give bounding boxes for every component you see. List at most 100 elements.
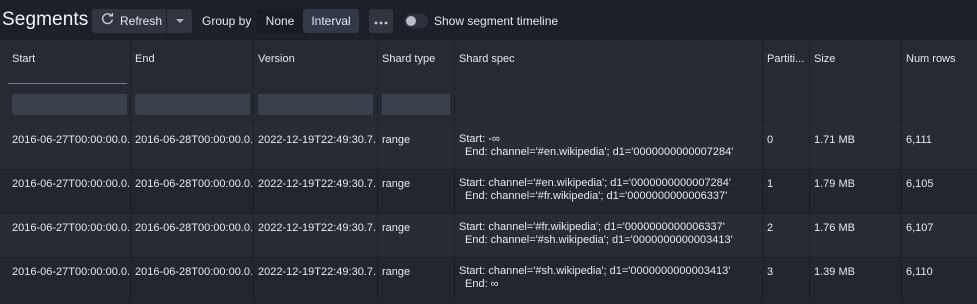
cell-end: 2016-06-28T00:00:00.0... xyxy=(131,126,254,169)
cell-shard-type: range xyxy=(378,170,455,213)
size-value: 1.79 MB xyxy=(814,178,855,190)
cell-shard-type: range xyxy=(378,258,455,301)
cell-version: 2022-12-19T22:49:30.7... xyxy=(254,170,378,213)
column-header-version[interactable]: Version xyxy=(254,40,378,84)
cell-size: 1.79 MB xyxy=(810,170,902,213)
shard-spec-end: End: channel='#sh.wikipedia'; d1='000000… xyxy=(465,234,733,246)
cell-size: 1.71 MB xyxy=(810,126,902,169)
end-value: 2016-06-28T00:00:00.0... xyxy=(135,266,254,278)
version-value: 2022-12-19T22:49:30.7... xyxy=(258,266,378,278)
page-title: Segments xyxy=(2,9,89,30)
group-by-selector: None Interval xyxy=(257,9,359,33)
cell-size: 1.39 MB xyxy=(810,258,902,301)
shard-spec-start: Start: -∞ xyxy=(459,133,500,145)
cell-shard-spec: Start: channel='#en.wikipedia'; d1='0000… xyxy=(455,170,763,213)
column-header-partition[interactable]: Partiti... xyxy=(763,40,810,84)
filter-row xyxy=(0,84,977,126)
end-value: 2016-06-28T00:00:00.0... xyxy=(135,134,254,146)
table-row[interactable]: 2016-06-27T00:00:00.0... 2016-06-28T00:0… xyxy=(0,126,977,169)
filter-input-version[interactable] xyxy=(258,94,373,115)
start-value: 2016-06-27T00:00:00.0... xyxy=(12,266,131,278)
shard-spec-start: Start: channel='#sh.wikipedia'; d1='0000… xyxy=(459,265,731,277)
table-row[interactable]: 2016-06-27T00:00:00.0... 2016-06-28T00:0… xyxy=(0,214,977,257)
cell-start: 2016-06-27T00:00:00.0... xyxy=(8,126,131,169)
cell-num-rows: 6,110 xyxy=(902,258,977,301)
cell-version: 2022-12-19T22:49:30.7... xyxy=(254,258,378,301)
refresh-button[interactable]: Refresh xyxy=(92,9,166,33)
shard-spec-start: Start: channel='#en.wikipedia'; d1='0000… xyxy=(459,177,732,189)
segment-timeline-label: Show segment timeline xyxy=(434,14,559,28)
table-header: Start End Version Shard type Shard spec … xyxy=(0,40,977,85)
table-row[interactable]: 2016-06-27T00:00:00.0... 2016-06-28T00:0… xyxy=(0,258,977,301)
shard-spec-end: End: channel='#fr.wikipedia'; d1='000000… xyxy=(465,190,728,202)
column-header-shard-spec[interactable]: Shard spec xyxy=(455,40,763,84)
start-value: 2016-06-27T00:00:00.0... xyxy=(12,222,131,234)
segment-timeline-toggle[interactable] xyxy=(404,14,428,28)
filter-cell-size xyxy=(810,84,902,126)
filter-cell-num-rows xyxy=(902,84,977,126)
refresh-label: Refresh xyxy=(120,14,163,28)
caret-down-icon xyxy=(175,14,185,28)
cell-start: 2016-06-27T00:00:00.0... xyxy=(8,214,131,257)
toggle-knob xyxy=(406,16,416,26)
cell-shard-spec: Start: -∞ End: channel='#en.wikipedia'; … xyxy=(455,126,763,169)
cell-partition: 0 xyxy=(763,126,810,169)
column-header-size[interactable]: Size xyxy=(810,40,902,84)
group-by-label: Group by xyxy=(202,14,252,28)
shard-type-value: range xyxy=(382,134,411,146)
start-value: 2016-06-27T00:00:00.0... xyxy=(12,134,131,146)
partition-value: 3 xyxy=(767,266,774,278)
end-value: 2016-06-28T00:00:00.0... xyxy=(135,222,254,234)
filter-cell-shard-type xyxy=(378,84,455,126)
filter-cell-start xyxy=(8,84,131,126)
filter-cell-end xyxy=(131,84,254,126)
version-value: 2022-12-19T22:49:30.7... xyxy=(258,222,378,234)
cell-num-rows: 6,111 xyxy=(902,126,977,169)
table-row[interactable]: 2016-06-27T00:00:00.0... 2016-06-28T00:0… xyxy=(0,170,977,213)
cell-num-rows: 6,105 xyxy=(902,170,977,213)
num-rows-value: 6,105 xyxy=(906,178,934,190)
end-value: 2016-06-28T00:00:00.0... xyxy=(135,178,254,190)
cell-shard-type: range xyxy=(378,126,455,169)
cell-version: 2022-12-19T22:49:30.7... xyxy=(254,214,378,257)
partition-value: 1 xyxy=(767,178,774,190)
num-rows-value: 6,111 xyxy=(906,134,932,146)
column-header-shard-type[interactable]: Shard type xyxy=(378,40,455,84)
start-value: 2016-06-27T00:00:00.0... xyxy=(12,178,131,190)
top-bar: Segments Refresh Group by None Interval xyxy=(0,0,977,40)
cell-start: 2016-06-27T00:00:00.0... xyxy=(8,170,131,213)
cell-end: 2016-06-28T00:00:00.0... xyxy=(131,170,254,213)
column-header-end[interactable]: End xyxy=(131,40,254,84)
more-options-button[interactable] xyxy=(369,9,393,33)
shard-spec-start: Start: channel='#fr.wikipedia'; d1='0000… xyxy=(459,221,725,233)
filter-input-shard-type[interactable] xyxy=(382,94,450,115)
shard-spec-end: End: channel='#en.wikipedia'; d1='000000… xyxy=(465,146,734,158)
group-by-interval-option[interactable]: Interval xyxy=(303,9,359,33)
filter-cell-shard-spec xyxy=(455,84,763,126)
group-by-none-option[interactable]: None xyxy=(257,9,303,33)
version-value: 2022-12-19T22:49:30.7... xyxy=(258,178,378,190)
num-rows-value: 6,110 xyxy=(906,266,933,278)
cell-partition: 2 xyxy=(763,214,810,257)
column-header-start[interactable]: Start xyxy=(8,40,131,84)
filter-cell-partition xyxy=(763,84,810,126)
more-icon xyxy=(374,14,388,28)
refresh-icon xyxy=(101,13,114,29)
cell-version: 2022-12-19T22:49:30.7... xyxy=(254,126,378,169)
size-value: 1.76 MB xyxy=(814,222,855,234)
filter-input-end[interactable] xyxy=(135,94,250,115)
cell-shard-spec: Start: channel='#fr.wikipedia'; d1='0000… xyxy=(455,214,763,257)
cell-start: 2016-06-27T00:00:00.0... xyxy=(8,258,131,301)
cell-end: 2016-06-28T00:00:00.0... xyxy=(131,258,254,301)
cell-partition: 3 xyxy=(763,258,810,301)
partition-value: 2 xyxy=(767,222,774,234)
filter-cell-version xyxy=(254,84,378,126)
size-value: 1.71 MB xyxy=(814,134,855,146)
shard-spec-end: End: ∞ xyxy=(465,278,499,290)
refresh-options-button[interactable] xyxy=(167,9,192,33)
cell-shard-spec: Start: channel='#sh.wikipedia'; d1='0000… xyxy=(455,258,763,301)
partition-value: 0 xyxy=(767,134,774,146)
filter-input-start[interactable] xyxy=(12,94,127,115)
version-value: 2022-12-19T22:49:30.7... xyxy=(258,134,378,146)
column-header-num-rows[interactable]: Num rows xyxy=(902,40,977,84)
